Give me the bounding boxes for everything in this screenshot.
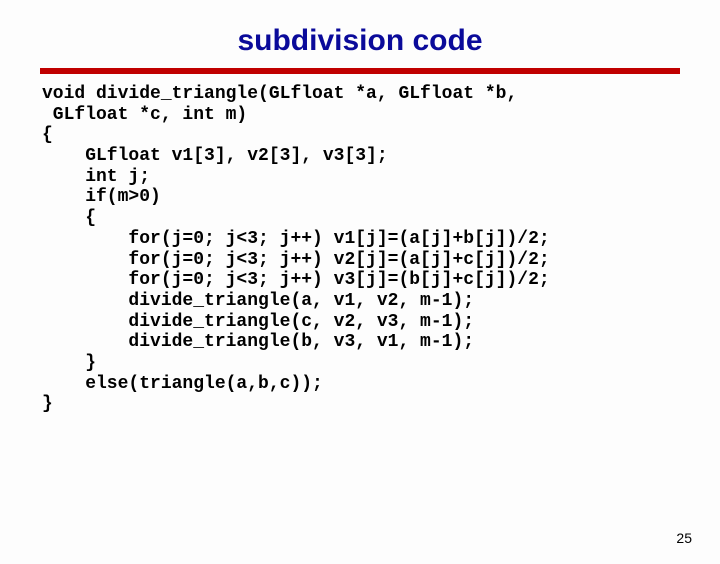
title-rule [40, 68, 680, 74]
page-title: subdivision code [0, 24, 720, 58]
code-block: void divide_triangle(GLfloat *a, GLfloat… [42, 84, 678, 415]
page-number: 25 [676, 530, 692, 546]
